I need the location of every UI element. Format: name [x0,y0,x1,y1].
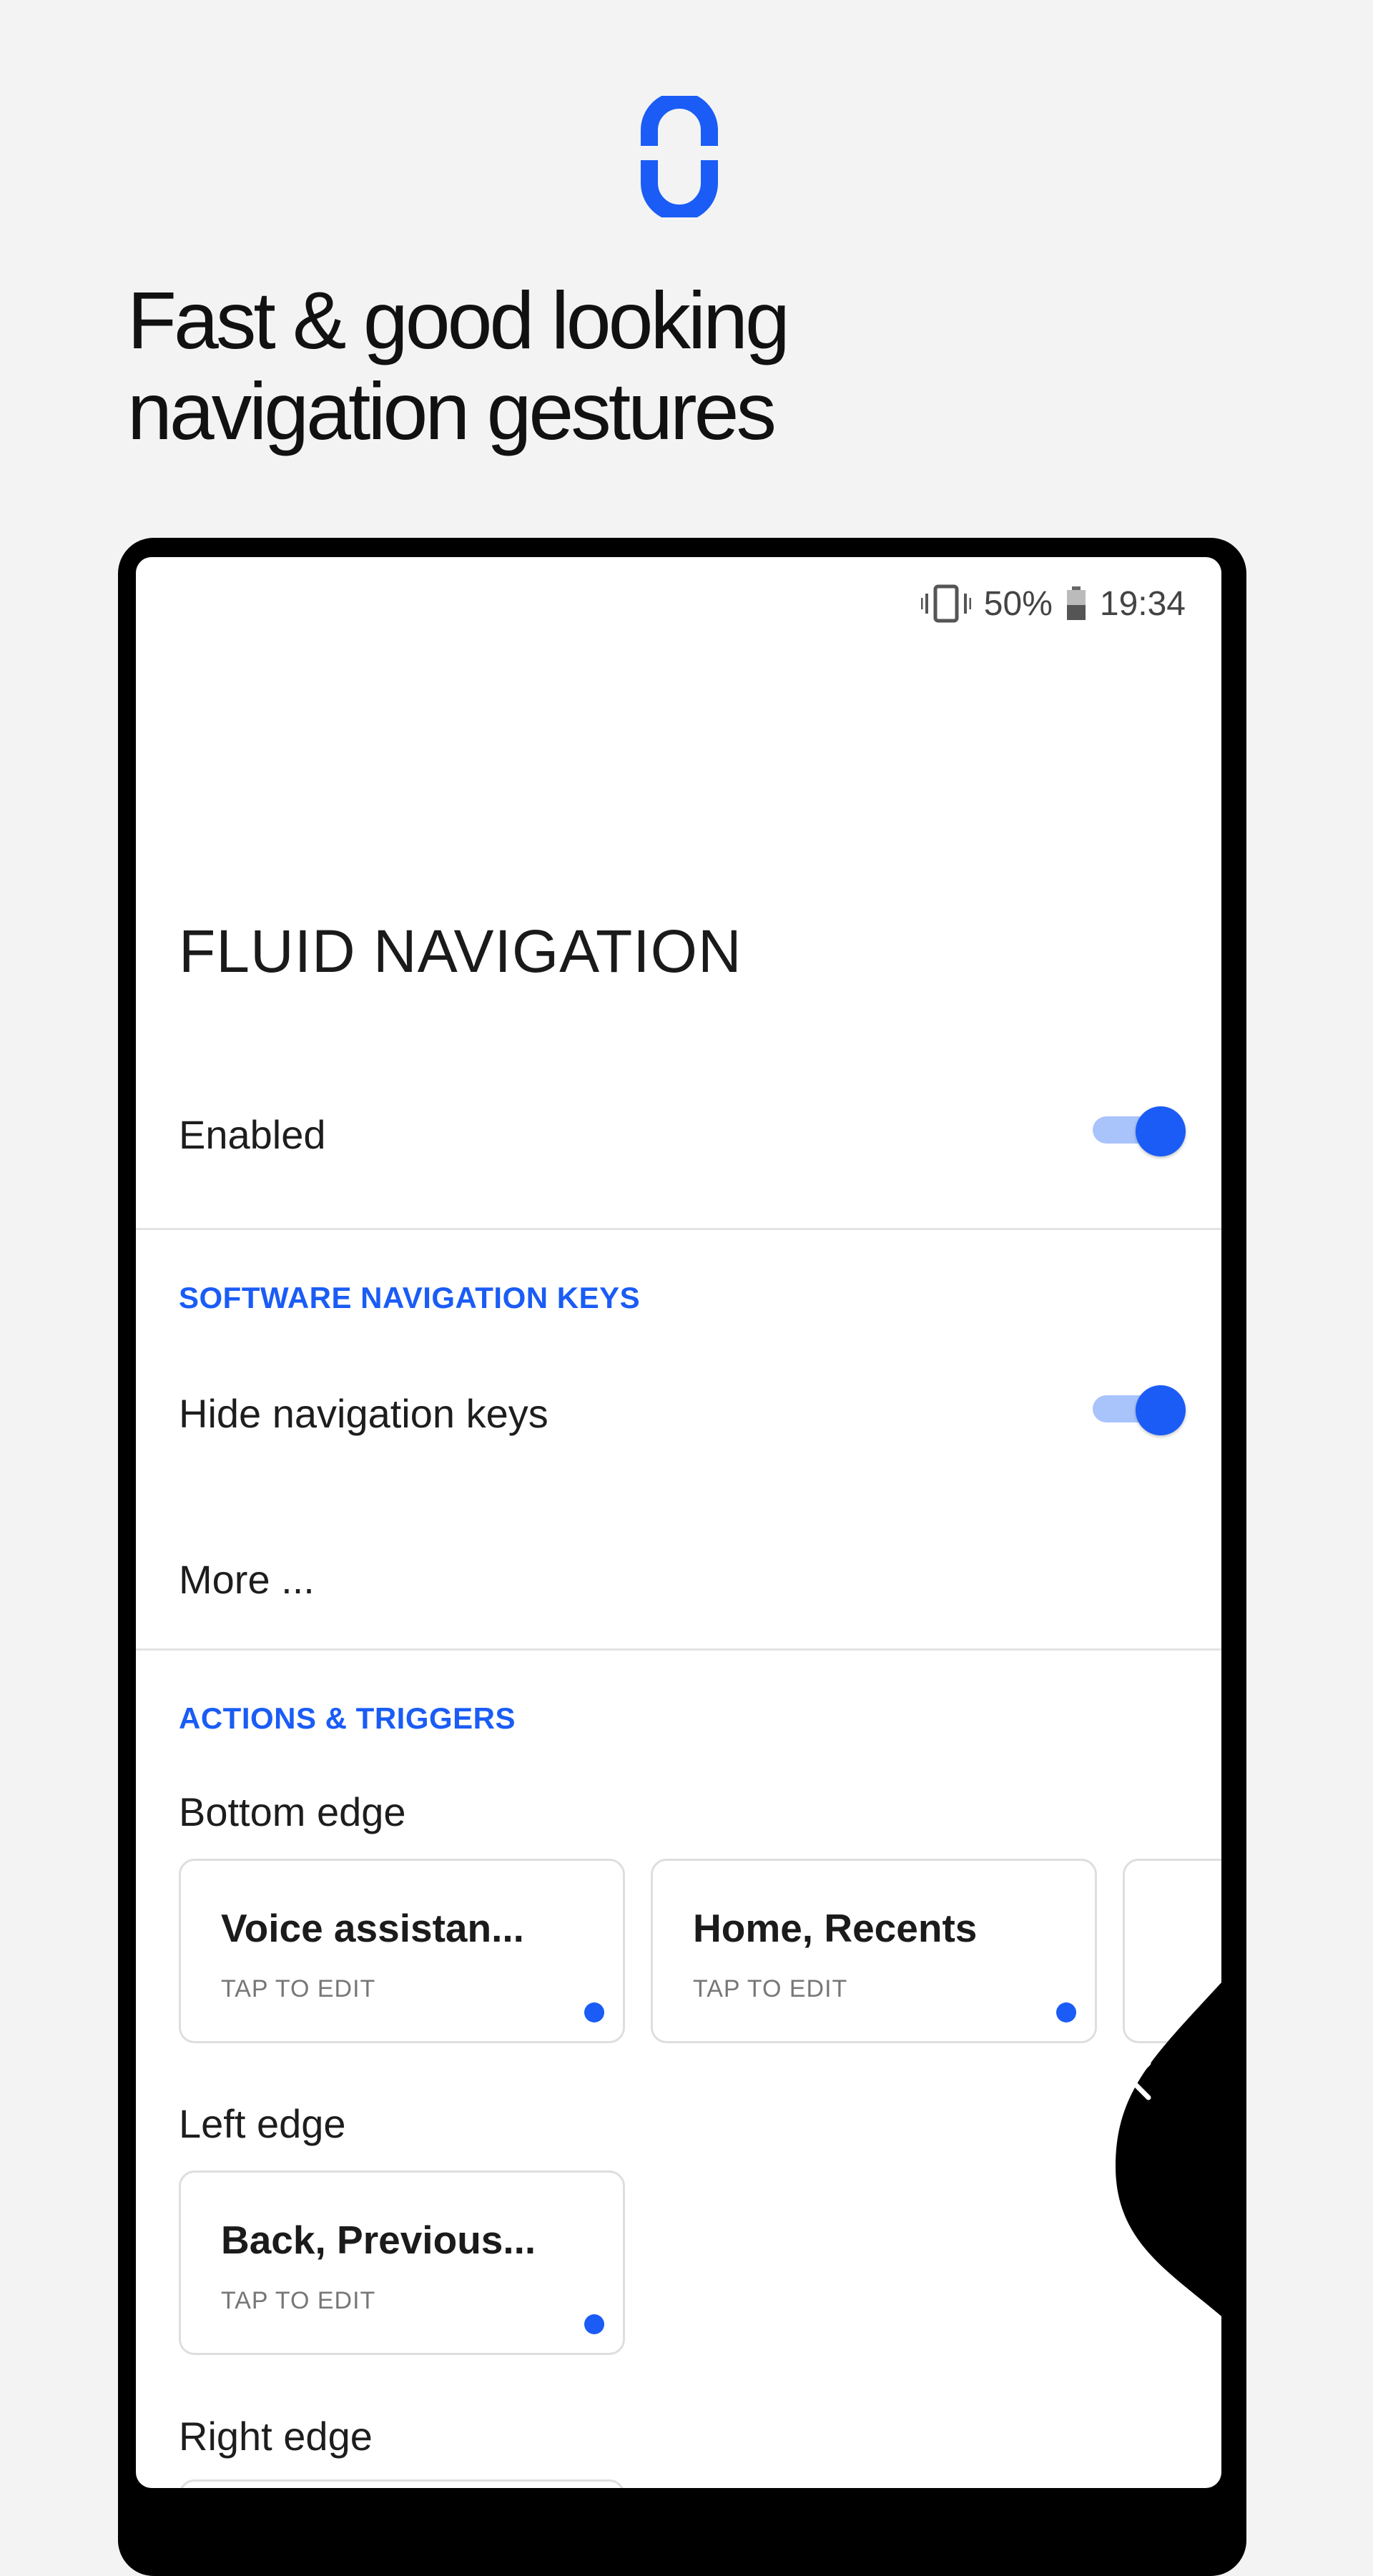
card-subtitle: TAP TO EDIT [221,2287,376,2314]
chevron-left-icon [1128,2060,1151,2100]
bottom-edge-card-voice-assistant[interactable]: Voice assistan... TAP TO EDIT [179,1859,625,2043]
status-bar: 50% 19:34 [920,571,1186,636]
bottom-edge-card-home-recents[interactable]: Home, Recents TAP TO EDIT [651,1859,1097,2043]
divider [136,1228,1221,1230]
toggle-knob [1136,1385,1186,1435]
battery-icon [1066,586,1086,620]
card-subtitle: TAP TO EDIT [693,1975,848,2002]
card-title: Back, Previous... [221,2218,536,2262]
toggle-knob [1136,1106,1186,1156]
divider [136,1648,1221,1651]
card-title: Voice assistan... [221,1906,524,1950]
battery-percent: 50% [983,584,1053,623]
more-item[interactable]: More ... [179,1556,315,1603]
hide-navigation-keys-label: Hide navigation keys [179,1391,548,1436]
headline-line-2: navigation gestures [127,366,777,456]
fluid-navigation-logo-icon [641,96,718,217]
card-indicator-dot [584,2314,604,2334]
enabled-label: Enabled [179,1112,326,1157]
headline-line-1: Fast & good looking [127,275,790,365]
enabled-toggle[interactable] [1093,1101,1186,1158]
section-software-navigation-keys: SOFTWARE NAVIGATION KEYS [179,1281,641,1314]
promo-headline: Fast & good looking navigation gestures [127,275,1128,457]
card-title: Home, Recents [693,1906,978,1950]
card-indicator-dot [584,2002,604,2022]
left-edge-card-back-previous[interactable]: Back, Previous... TAP TO EDIT [179,2171,625,2355]
status-time: 19:34 [1099,584,1186,623]
phone-screen: 50% 19:34 FLUID NAVIGATION Enabled SOFTW… [136,557,1221,2488]
right-edge-label: Right edge [179,2414,373,2459]
app-title: FLUID NAVIGATION [179,918,742,985]
left-edge-label: Left edge [179,2101,346,2146]
phone-bottom-bezel [118,2492,1246,2535]
vibrate-icon [920,584,971,623]
hide-navigation-keys-toggle[interactable] [1093,1380,1186,1437]
bottom-edge-label: Bottom edge [179,1789,406,1834]
right-edge-card-partial[interactable] [179,2479,625,2488]
section-actions-triggers: ACTIONS & TRIGGERS [179,1701,516,1735]
card-subtitle: TAP TO EDIT [221,1975,376,2002]
